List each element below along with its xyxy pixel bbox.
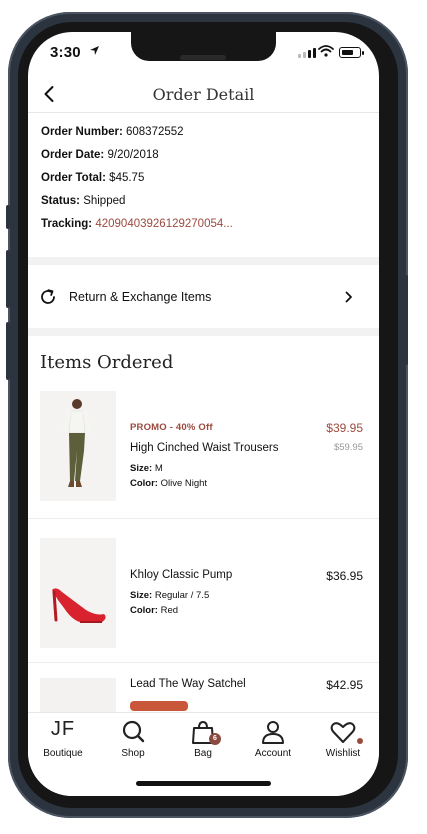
order-item[interactable]: Khloy Classic Pump $36.95 Size: Regular …: [28, 519, 379, 663]
battery-icon: [339, 47, 364, 58]
search-icon: [122, 720, 145, 743]
item-color: Color: Red: [130, 605, 178, 616]
order-total-value: $45.75: [109, 172, 145, 184]
size-label: Size:: [130, 590, 153, 601]
return-exchange-label: Return & Exchange Items: [69, 290, 212, 304]
order-item[interactable]: PROMO - 40% Off $39.95 High Cinched Wais…: [28, 384, 379, 519]
tab-shop-label: Shop: [121, 748, 145, 759]
page-title: Order Detail: [152, 85, 255, 104]
color-value: Olive Night: [160, 478, 208, 489]
section-divider: [28, 257, 379, 265]
tab-shop[interactable]: Shop: [98, 713, 168, 769]
tab-boutique-label: Boutique: [43, 748, 83, 759]
tracking-link[interactable]: 42090403926129270054...: [95, 218, 233, 230]
item-price: $36.95: [326, 569, 363, 583]
order-status-row: Status: Shipped: [41, 195, 371, 218]
order-number-label: Order Number:: [41, 126, 123, 138]
item-price: $42.95: [326, 678, 363, 692]
color-value: Red: [160, 605, 179, 616]
tracking-row: Tracking: 42090403926129270054...: [41, 218, 371, 241]
order-status-value: Shipped: [83, 195, 126, 207]
red-pump-product-photo: [40, 538, 116, 648]
item-name: Lead The Way Satchel: [130, 678, 246, 690]
wishlist-indicator-dot: [357, 738, 363, 744]
tab-account-label: Account: [254, 748, 292, 759]
tab-wishlist-label: Wishlist: [325, 748, 361, 759]
promo-tag: [130, 701, 188, 711]
chevron-right-icon: [345, 291, 352, 303]
product-image: [40, 538, 116, 648]
speaker: [180, 55, 226, 60]
jf-logo-icon: JF: [50, 718, 76, 740]
tab-account[interactable]: Account: [238, 713, 308, 769]
location-arrow-icon: [90, 46, 99, 55]
return-exchange-row[interactable]: Return & Exchange Items: [28, 265, 379, 327]
color-label: Color:: [130, 605, 158, 616]
tab-wishlist[interactable]: Wishlist: [308, 713, 378, 769]
item-color: Color: Olive Night: [130, 478, 207, 489]
item-price: $39.95: [326, 421, 363, 435]
section-divider: [28, 328, 379, 336]
app-screen: 3:30 Order Detail Order Number: 60837255…: [28, 32, 379, 796]
product-image: [40, 391, 116, 501]
volume-up-button: [6, 250, 10, 308]
bag-count-badge: 6: [209, 733, 221, 745]
item-size: Size: M: [130, 463, 163, 474]
home-indicator: [136, 781, 271, 786]
tab-bag[interactable]: 6 Bag: [168, 713, 238, 769]
size-value: M: [154, 463, 163, 474]
items-ordered-heading: Items Ordered: [40, 352, 174, 373]
size-label: Size:: [130, 463, 153, 474]
heart-icon: [330, 722, 356, 743]
mute-switch: [6, 205, 10, 229]
color-label: Color:: [130, 478, 158, 489]
item-name: High Cinched Waist Trousers: [130, 442, 279, 454]
item-size: Size: Regular / 7.5: [130, 590, 209, 601]
order-number-row: Order Number: 608372552: [41, 126, 371, 149]
account-icon: [262, 721, 284, 744]
cellular-signal-icon: [298, 48, 316, 58]
tab-bag-label: Bag: [194, 748, 212, 759]
order-status-label: Status:: [41, 195, 80, 207]
order-summary: Order Number: 608372552 Order Date: 9/20…: [41, 126, 371, 241]
tab-boutique[interactable]: JF Boutique: [28, 713, 98, 769]
order-date-label: Order Date:: [41, 149, 105, 161]
order-date-row: Order Date: 9/20/2018: [41, 149, 371, 172]
nav-bar: Order Detail: [28, 76, 379, 113]
original-price: $59.95: [333, 442, 363, 453]
tracking-label: Tracking:: [41, 218, 93, 230]
refresh-icon: [41, 289, 55, 304]
volume-down-button: [6, 322, 10, 380]
power-button: [404, 275, 408, 365]
status-time: 3:30: [50, 44, 81, 61]
wifi-icon: [318, 45, 334, 57]
order-total-label: Order Total:: [41, 172, 106, 184]
order-total-row: Order Total: $45.75: [41, 172, 371, 195]
order-number-value: 608372552: [126, 126, 184, 138]
order-date-value: 9/20/2018: [107, 149, 159, 161]
trousers-product-photo: [40, 391, 116, 501]
promo-label: PROMO - 40% Off: [130, 422, 213, 433]
size-value: Regular / 7.5: [154, 590, 210, 601]
item-name: Khloy Classic Pump: [130, 569, 233, 581]
